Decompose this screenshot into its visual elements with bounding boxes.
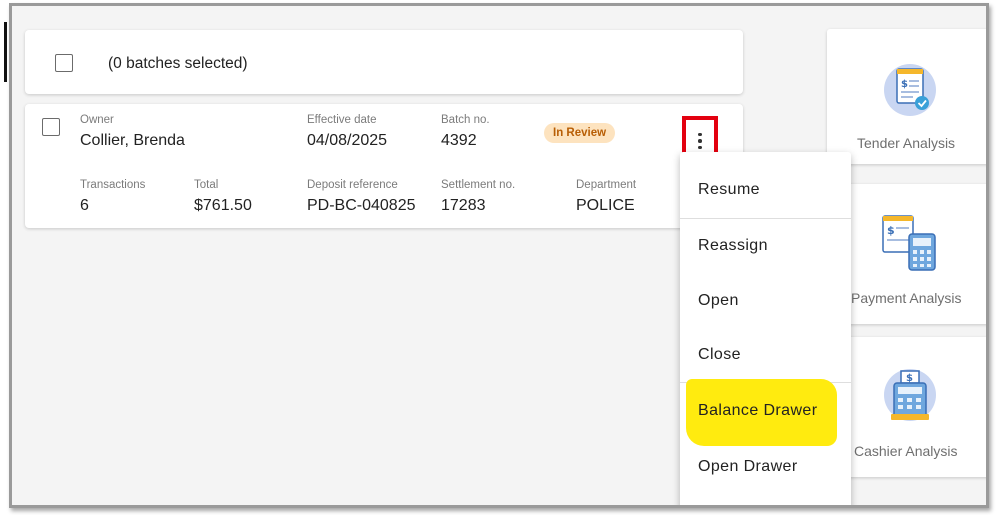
settlement-no-label: Settlement no. — [441, 179, 516, 191]
batch-row[interactable]: Owner Collier, Brenda Effective date 04/… — [25, 104, 743, 228]
menu-item-resume[interactable]: Resume — [680, 170, 851, 210]
effective-date-label: Effective date — [307, 114, 377, 126]
row-actions-menu: Resume Reassign Open Close Balance Drawe… — [680, 152, 851, 505]
screenshot-frame: (0 batches selected) Owner Collier, Bren… — [9, 3, 989, 508]
menu-item-open-drawer[interactable]: Open Drawer — [680, 447, 851, 487]
batch-no-value: 4392 — [441, 132, 477, 149]
svg-text:$: $ — [887, 224, 895, 237]
cashier-analysis-label: Cashier Analysis — [854, 443, 958, 459]
status-badge: In Review — [544, 123, 616, 143]
total-label: Total — [194, 179, 219, 191]
more-vert-icon — [698, 132, 702, 150]
select-all-checkbox[interactable] — [55, 54, 73, 72]
deposit-reference-label: Deposit reference — [307, 179, 398, 191]
deposit-reference-value: PD-BC-040825 — [307, 197, 416, 214]
tender-analysis-icon: $ — [884, 64, 936, 116]
menu-separator — [680, 218, 851, 219]
batch-checkbox[interactable] — [42, 118, 60, 136]
selection-header: (0 batches selected) — [25, 30, 743, 94]
effective-date-value: 04/08/2025 — [307, 132, 388, 149]
payment-analysis-label: Payment Analysis — [851, 290, 962, 306]
payment-analysis-card[interactable]: $ Payment Analysis — [827, 184, 986, 324]
menu-item-balance-drawer[interactable]: Balance Drawer — [680, 391, 851, 431]
transactions-value: 6 — [80, 197, 89, 214]
menu-item-reassign[interactable]: Reassign — [680, 226, 851, 266]
owner-label: Owner — [80, 114, 114, 126]
tender-analysis-card[interactable]: $ Tender Analysis — [827, 29, 986, 164]
transactions-label: Transactions — [80, 179, 146, 191]
tender-analysis-label: Tender Analysis — [857, 135, 956, 151]
payment-analysis-icon: $ — [882, 215, 936, 271]
department-value: POLICE — [576, 197, 635, 214]
batch-no-label: Batch no. — [441, 114, 490, 126]
left-edge-mark — [4, 22, 7, 82]
selection-count-label: (0 batches selected) — [108, 55, 248, 72]
total-value: $761.50 — [194, 197, 252, 214]
menu-item-open[interactable]: Open — [680, 281, 851, 321]
cashier-analysis-card[interactable]: $ Cashier Analysis — [827, 337, 986, 477]
menu-item-close[interactable]: Close — [680, 335, 851, 375]
owner-value: Collier, Brenda — [80, 132, 185, 149]
cashier-analysis-icon: $ — [884, 369, 936, 421]
svg-text:$: $ — [901, 79, 908, 90]
department-label: Department — [576, 179, 637, 191]
settlement-no-value: 17283 — [441, 197, 486, 214]
